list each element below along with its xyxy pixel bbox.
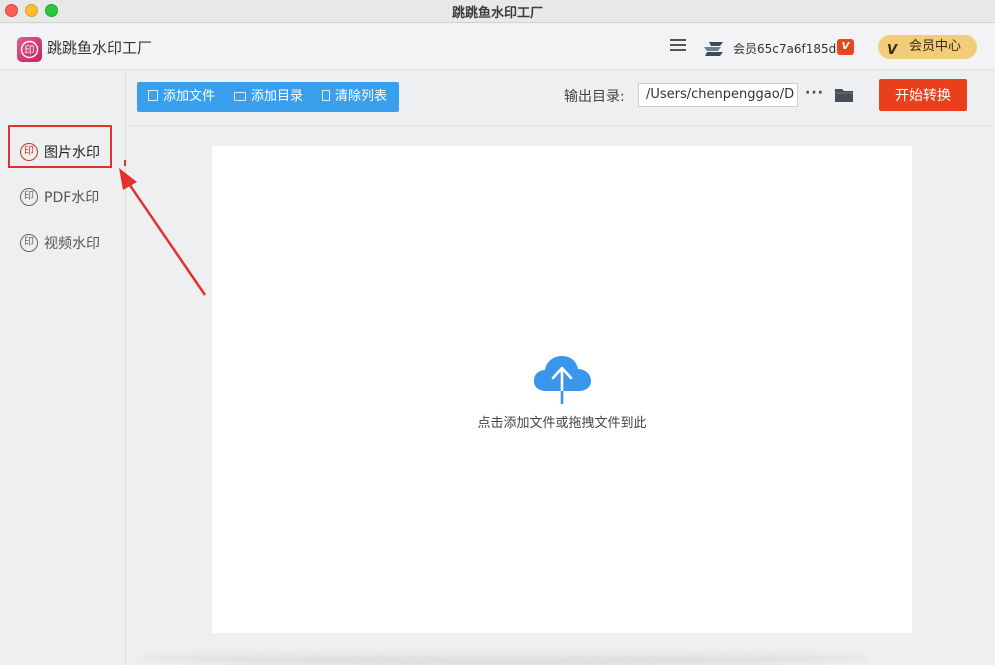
add-file-label: 添加文件 xyxy=(163,89,216,104)
file-drop-zone[interactable]: 点击添加文件或拖拽文件到此 xyxy=(212,146,912,633)
add-directory-button[interactable]: 添加目录 xyxy=(234,82,303,112)
app-logo-icon: 印 xyxy=(17,37,42,62)
window-title: 跳跳鱼水印工厂 xyxy=(451,6,543,21)
app-header: 印 跳跳鱼水印工厂 会员65c7a6f185d4 V V 会员中心 xyxy=(0,24,995,70)
user-name: 会员65c7a6f185d4 xyxy=(733,42,844,56)
member-center-label: 会员中心 xyxy=(909,39,962,54)
start-convert-button[interactable]: 开始转换 xyxy=(879,79,967,111)
vip-mark-icon: V xyxy=(887,43,898,58)
cloud-upload-icon xyxy=(533,356,591,405)
member-center-button[interactable]: V 会员中心 xyxy=(878,35,977,59)
output-directory-label: 输出目录: xyxy=(564,89,625,105)
seal-icon: 印 xyxy=(20,234,38,252)
annotation-arrow xyxy=(119,160,207,296)
menu-icon[interactable] xyxy=(670,39,686,53)
bottom-shadow xyxy=(140,650,870,665)
logo-glyph: 印 xyxy=(25,45,35,57)
clear-list-button[interactable]: 清除列表 xyxy=(322,82,387,112)
window-titlebar: 跳跳鱼水印工厂 xyxy=(0,0,995,23)
user-avatar-icon[interactable] xyxy=(701,40,727,58)
file-icon xyxy=(148,90,158,101)
sidebar-item-label: PDF水印 xyxy=(44,190,100,206)
drop-zone-hint: 点击添加文件或拖拽文件到此 xyxy=(477,416,647,431)
seal-icon: 印 xyxy=(20,188,38,206)
folder-icon[interactable] xyxy=(834,87,854,103)
sidebar-item-label: 视频水印 xyxy=(44,236,100,252)
clear-list-label: 清除列表 xyxy=(335,89,388,104)
app-name: 跳跳鱼水印工厂 xyxy=(47,39,153,57)
folder-outline-icon xyxy=(234,92,246,101)
annotation-highlight-box xyxy=(8,125,112,168)
trash-icon xyxy=(322,90,330,101)
more-options-icon[interactable]: ··· xyxy=(805,85,824,101)
output-directory-input[interactable]: /Users/chenpenggao/D xyxy=(638,83,798,107)
toolbar: 添加文件 添加目录 清除列表 输出目录: /Users/chenpenggao/… xyxy=(127,71,995,126)
add-directory-label: 添加目录 xyxy=(251,89,304,104)
vip-badge-icon: V xyxy=(837,39,854,55)
file-button-group: 添加文件 添加目录 清除列表 xyxy=(137,82,399,112)
add-file-button[interactable]: 添加文件 xyxy=(148,82,215,112)
